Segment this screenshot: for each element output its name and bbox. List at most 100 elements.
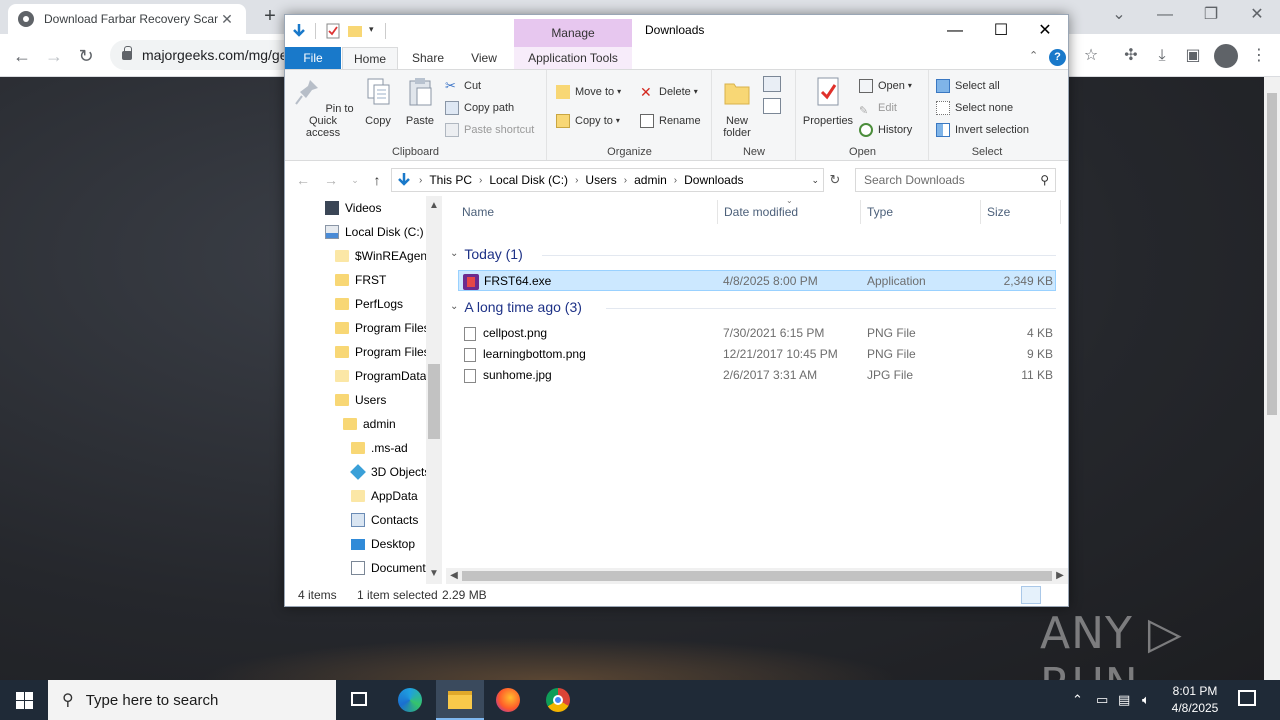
nav-item-frst[interactable]: FRST bbox=[335, 268, 386, 292]
edit-button[interactable]: ✎ Edit bbox=[859, 98, 897, 118]
qa-dropdown-icon[interactable]: ▾ bbox=[369, 24, 374, 35]
firefox-taskbar-button[interactable] bbox=[484, 680, 532, 720]
maximize-button[interactable]: ☐ bbox=[978, 15, 1024, 47]
breadcrumb-local-disk[interactable]: Local Disk (C:) bbox=[485, 173, 572, 187]
show-hidden-icons-icon[interactable]: ⌃ bbox=[1072, 692, 1083, 708]
file-explorer-taskbar-button[interactable] bbox=[436, 680, 484, 720]
bookmark-star-icon[interactable]: ☆ bbox=[1078, 43, 1104, 69]
taskbar-search-box[interactable]: ⚲ Type here to search bbox=[48, 680, 336, 720]
nav-item-admin[interactable]: admin bbox=[343, 412, 396, 436]
invert-selection-button[interactable]: Invert selection bbox=[936, 120, 1029, 140]
extensions-icon[interactable]: ✣ bbox=[1118, 43, 1144, 69]
help-icon[interactable]: ? bbox=[1049, 49, 1066, 66]
nav-item-3d-objects[interactable]: 3D Objects bbox=[350, 460, 430, 484]
column-header-size[interactable]: Size bbox=[981, 200, 1061, 224]
tab-home[interactable]: Home bbox=[342, 47, 398, 69]
address-dropdown-icon[interactable]: ⌄ bbox=[811, 175, 819, 186]
properties-button[interactable]: Properties bbox=[799, 76, 857, 127]
file-row[interactable]: sunhome.jpg 2/6/2017 3:31 AM JPG File 11… bbox=[458, 365, 1056, 386]
profile-avatar[interactable] bbox=[1214, 44, 1238, 68]
column-header-date[interactable]: Date modified bbox=[718, 200, 861, 224]
volume-icon[interactable]: 🔈︎ bbox=[1142, 692, 1150, 708]
start-button[interactable] bbox=[0, 680, 48, 720]
browser-minimize-button[interactable]: — bbox=[1142, 0, 1188, 30]
tab-search-icon[interactable]: ⌄ bbox=[1096, 0, 1142, 30]
breadcrumb-admin[interactable]: admin bbox=[630, 173, 671, 187]
back-arrow-icon[interactable]: ← bbox=[293, 170, 313, 190]
search-input[interactable]: Search Downloads ⚲ bbox=[855, 168, 1056, 192]
collapse-ribbon-icon[interactable]: ⌃ bbox=[1029, 49, 1038, 62]
task-view-button[interactable] bbox=[336, 680, 384, 720]
breadcrumb-this-pc[interactable]: This PC bbox=[425, 173, 476, 187]
notifications-icon[interactable] bbox=[1238, 690, 1256, 706]
group-header-long-ago[interactable]: ⌄ A long time ago (3) bbox=[450, 295, 582, 319]
breadcrumb-downloads[interactable]: Downloads bbox=[680, 173, 747, 187]
browser-close-button[interactable]: ✕ bbox=[1234, 0, 1280, 30]
recent-locations-icon[interactable]: ⌄ bbox=[345, 170, 365, 190]
easy-access-icon[interactable] bbox=[763, 98, 781, 114]
scroll-up-icon[interactable]: ▲ bbox=[426, 200, 442, 211]
copy-path-button[interactable]: Copy path bbox=[445, 98, 514, 118]
tab-view[interactable]: View bbox=[457, 47, 511, 69]
tab-application-tools[interactable]: Application Tools bbox=[514, 47, 632, 69]
network-icon[interactable]: ▤ bbox=[1118, 692, 1130, 708]
up-arrow-icon[interactable]: ↑ bbox=[367, 170, 387, 190]
copy-button[interactable]: Copy bbox=[361, 76, 395, 127]
copy-to-button[interactable]: Copy to ▾ bbox=[556, 111, 620, 131]
properties-qa-icon[interactable] bbox=[325, 23, 341, 39]
page-scrollbar-thumb[interactable] bbox=[1267, 93, 1277, 415]
move-to-button[interactable]: Move to ▾ bbox=[556, 82, 621, 102]
nav-item-winreagent[interactable]: $WinREAgent bbox=[335, 244, 430, 268]
nav-item-program-files-x86[interactable]: Program Files bbox=[335, 340, 430, 364]
nav-item-users[interactable]: Users bbox=[335, 388, 386, 412]
manage-contextual-tab[interactable]: Manage bbox=[514, 19, 632, 47]
downloads-icon[interactable]: ⤓ bbox=[1149, 43, 1175, 69]
reload-button[interactable]: ↻ bbox=[72, 42, 100, 70]
breadcrumb-users[interactable]: Users bbox=[581, 173, 620, 187]
tab-close-icon[interactable]: ✕ bbox=[218, 11, 236, 28]
column-header-name[interactable]: Name bbox=[456, 200, 718, 224]
tab-file[interactable]: File bbox=[285, 47, 341, 69]
paste-button[interactable]: Paste bbox=[403, 76, 437, 127]
refresh-icon[interactable]: ↻ bbox=[825, 168, 845, 192]
nav-item-appdata[interactable]: AppData bbox=[351, 484, 418, 508]
chrome-taskbar-button[interactable] bbox=[534, 680, 582, 720]
large-icons-view-icon[interactable] bbox=[1043, 586, 1063, 604]
nav-item-videos[interactable]: Videos bbox=[325, 196, 381, 220]
horizontal-scrollbar[interactable]: ◀ ▶ bbox=[446, 568, 1068, 584]
browser-tab[interactable]: Download Farbar Recovery Scan ✕ bbox=[8, 4, 246, 34]
menu-icon[interactable]: ⋮ bbox=[1246, 43, 1272, 69]
nav-item-contacts[interactable]: Contacts bbox=[351, 508, 418, 532]
select-all-button[interactable]: Select all bbox=[936, 76, 1000, 96]
nav-item-perflogs[interactable]: PerfLogs bbox=[335, 292, 403, 316]
address-bar[interactable]: majorgeeks.com/mg/ge bbox=[110, 40, 290, 70]
scroll-right-icon[interactable]: ▶ bbox=[1052, 568, 1068, 584]
cut-button[interactable]: ✂ Cut bbox=[445, 76, 481, 96]
minimize-button[interactable]: — bbox=[932, 15, 978, 47]
file-row[interactable]: FRST64.exe 4/8/2025 8:00 PM Application … bbox=[458, 270, 1056, 291]
navigation-scrollbar[interactable]: ▲ ▼ bbox=[426, 196, 442, 584]
new-folder-qa-icon[interactable] bbox=[347, 23, 363, 39]
scroll-down-icon[interactable]: ▼ bbox=[426, 568, 442, 579]
history-button[interactable]: History bbox=[859, 120, 912, 140]
nav-item-desktop[interactable]: Desktop bbox=[351, 532, 415, 556]
side-panel-icon[interactable]: ▣ bbox=[1180, 43, 1206, 69]
navigation-scrollbar-thumb[interactable] bbox=[428, 364, 440, 439]
new-folder-button[interactable]: New folder bbox=[717, 76, 757, 139]
select-none-button[interactable]: Select none bbox=[936, 98, 1013, 118]
edge-taskbar-button[interactable] bbox=[386, 680, 434, 720]
file-row[interactable]: cellpost.png 7/30/2021 6:15 PM PNG File … bbox=[458, 323, 1056, 344]
tab-share[interactable]: Share bbox=[401, 47, 455, 69]
breadcrumb[interactable]: › This PC › Local Disk (C:) › Users › ad… bbox=[391, 168, 824, 192]
new-tab-button[interactable]: + bbox=[258, 5, 282, 29]
horizontal-scrollbar-thumb[interactable] bbox=[462, 571, 1052, 581]
back-button[interactable]: ← bbox=[8, 42, 36, 70]
paste-shortcut-button[interactable]: Paste shortcut bbox=[445, 120, 534, 140]
open-button[interactable]: Open ▾ bbox=[859, 76, 912, 96]
rename-button[interactable]: Rename bbox=[640, 111, 701, 131]
details-view-icon[interactable] bbox=[1021, 586, 1041, 604]
page-scrollbar[interactable] bbox=[1264, 77, 1280, 680]
scroll-left-icon[interactable]: ◀ bbox=[446, 568, 462, 584]
column-header-type[interactable]: Type bbox=[861, 200, 981, 224]
file-row[interactable]: learningbottom.png 12/21/2017 10:45 PM P… bbox=[458, 344, 1056, 365]
